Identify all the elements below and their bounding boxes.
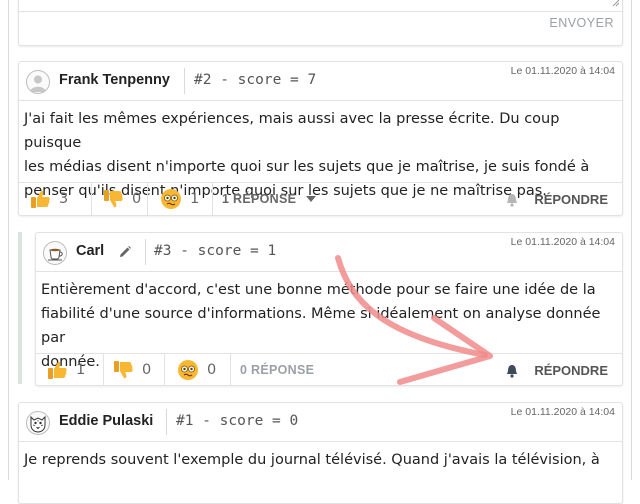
bell-icon[interactable] bbox=[506, 193, 518, 207]
footer-divider bbox=[230, 354, 231, 386]
pencil-edit-icon[interactable] bbox=[118, 245, 132, 259]
header-divider bbox=[145, 239, 146, 265]
thumbs-up-reaction[interactable]: 3 bbox=[29, 183, 68, 215]
comment-header: Carl #3 - score = 1 Le 01.11.2020 à 14:0… bbox=[36, 233, 622, 272]
comment-author[interactable]: Frank Tenpenny bbox=[59, 72, 170, 88]
comment-author[interactable]: Eddie Pulaski bbox=[59, 413, 153, 429]
comment-card: Frank Tenpenny #2 - score = 7 Le 01.11.2… bbox=[18, 61, 623, 216]
footer-divider bbox=[164, 354, 165, 386]
chevron-down-icon[interactable] bbox=[306, 196, 316, 202]
comment-footer: 1 0 0 0 RÉPONSE RÉPONDRE bbox=[36, 353, 622, 386]
comment-card: Eddie Pulaski #1 - score = 0 Le 01.11.20… bbox=[18, 402, 623, 504]
header-divider bbox=[166, 409, 167, 435]
thumbs-up-icon bbox=[31, 190, 50, 208]
thumbs-down-icon bbox=[114, 361, 133, 379]
comment-line: Entièrement d'accord, c'est une bonne mé… bbox=[41, 282, 596, 298]
comment-line: J'ai fait les mêmes expériences, mais au… bbox=[24, 111, 560, 151]
comment-author[interactable]: Carl bbox=[76, 243, 104, 259]
thumbs-down-reaction[interactable]: 0 bbox=[112, 354, 151, 386]
reply-button[interactable]: RÉPONDRE bbox=[534, 192, 608, 207]
comment-score: #2 - score = 7 bbox=[194, 72, 317, 88]
comment-header: Eddie Pulaski #1 - score = 0 Le 01.11.20… bbox=[19, 403, 622, 442]
comment-line: Je reprends souvent l'exemple du journal… bbox=[24, 452, 600, 468]
reaction-count: 1 bbox=[190, 191, 200, 207]
comment-line: les médias disent n'importe quoi sur les… bbox=[24, 159, 590, 175]
comment-body: Je reprends souvent l'exemple du journal… bbox=[19, 442, 622, 472]
page-border-left bbox=[8, 0, 9, 480]
comment-score: #3 - score = 1 bbox=[154, 243, 277, 259]
bell-icon[interactable] bbox=[506, 364, 518, 378]
replies-count: 0 RÉPONSE bbox=[240, 363, 315, 377]
thumbs-down-icon bbox=[104, 190, 123, 208]
comment-date: Le 01.11.2020 à 14:04 bbox=[510, 65, 615, 77]
comment-header: Frank Tenpenny #2 - score = 7 Le 01.11.2… bbox=[19, 62, 622, 101]
comment-score: #1 - score = 0 bbox=[176, 413, 299, 429]
confused-reaction[interactable]: 0 bbox=[177, 354, 216, 386]
reply-textarea[interactable] bbox=[19, 0, 622, 12]
comment-line: fiabilité d'une source d'informations. M… bbox=[41, 306, 601, 346]
comment-date: Le 01.11.2020 à 14:04 bbox=[510, 236, 615, 248]
reaction-count: 0 bbox=[142, 362, 152, 378]
comment-date: Le 01.11.2020 à 14:04 bbox=[510, 406, 615, 418]
user-avatar-icon[interactable] bbox=[26, 70, 50, 94]
thumbs-up-reaction[interactable]: 1 bbox=[46, 354, 85, 386]
reaction-count: 0 bbox=[207, 362, 217, 378]
header-divider bbox=[184, 68, 185, 94]
thumbs-down-reaction[interactable]: 0 bbox=[102, 183, 141, 215]
reply-button[interactable]: RÉPONDRE bbox=[534, 363, 608, 378]
footer-divider bbox=[147, 183, 148, 215]
thumbs-up-icon bbox=[48, 361, 67, 379]
comment-footer: 3 0 1 1 RÉPONSE RÉPONDRE bbox=[19, 182, 622, 215]
confused-face-icon bbox=[178, 360, 198, 380]
footer-divider bbox=[91, 183, 92, 215]
send-button[interactable]: ENVOYER bbox=[549, 16, 614, 30]
page-border-right bbox=[631, 0, 632, 480]
confused-reaction[interactable]: 1 bbox=[160, 183, 199, 215]
footer-divider bbox=[212, 183, 213, 215]
resize-grip-icon[interactable] bbox=[612, 0, 620, 7]
tiger-avatar-icon[interactable] bbox=[26, 411, 50, 435]
thread-indent-bar bbox=[18, 232, 22, 384]
reaction-count: 1 bbox=[76, 362, 86, 378]
reply-form: ENVOYER bbox=[18, 0, 623, 46]
reply-comment-card: Carl #3 - score = 1 Le 01.11.2020 à 14:0… bbox=[35, 232, 623, 386]
reaction-count: 3 bbox=[59, 191, 69, 207]
reaction-count: 0 bbox=[132, 191, 142, 207]
replies-toggle[interactable]: 1 RÉPONSE bbox=[222, 192, 296, 206]
footer-divider bbox=[103, 354, 104, 386]
coffee-cup-avatar-icon[interactable] bbox=[43, 241, 67, 265]
confused-face-icon bbox=[161, 189, 181, 209]
